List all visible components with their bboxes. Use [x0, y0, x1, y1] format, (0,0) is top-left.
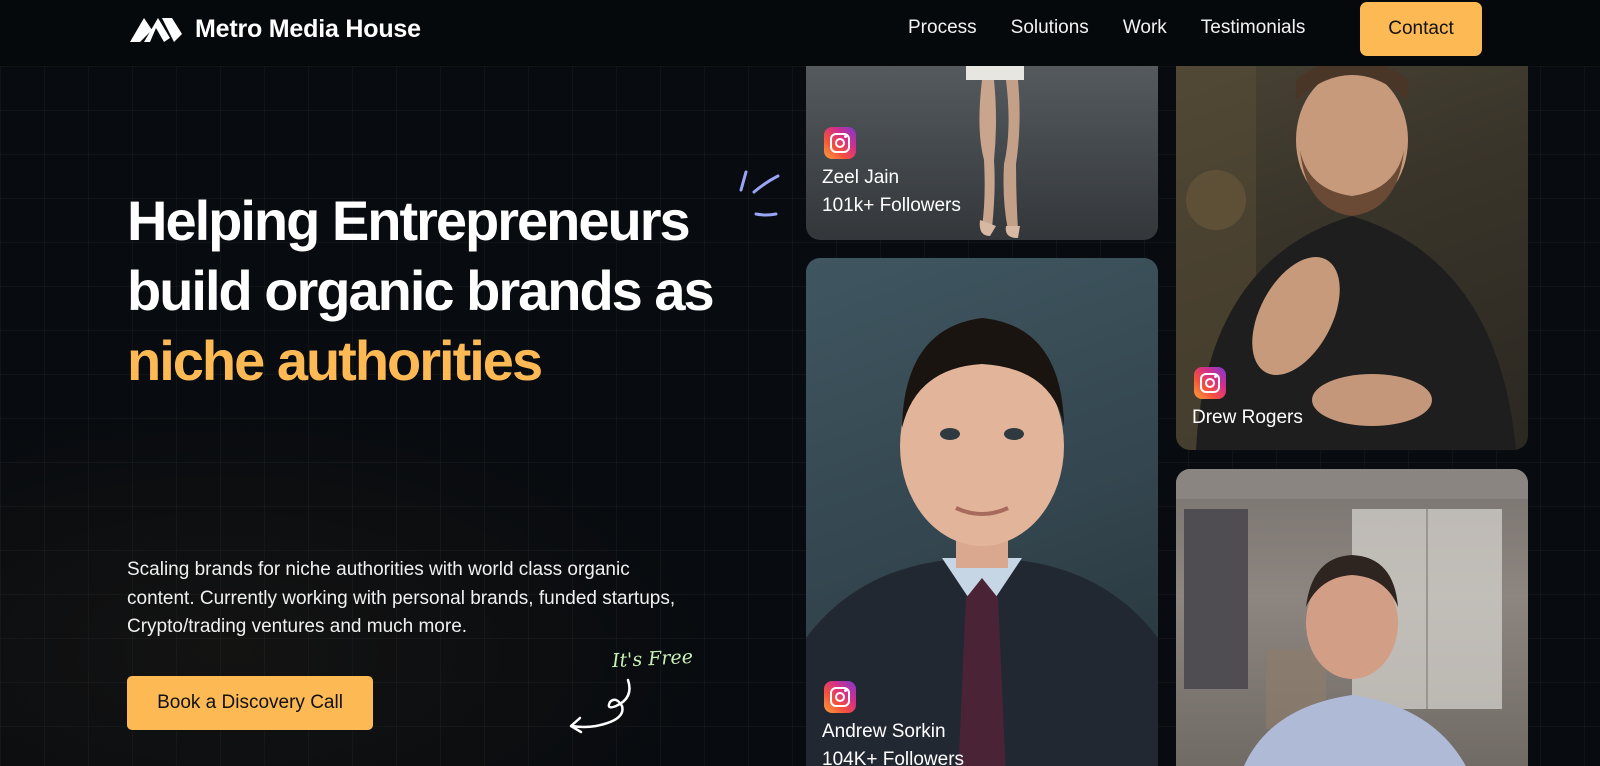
curved-arrow-icon: [569, 678, 631, 734]
headline-line-2: build organic brands as: [127, 259, 715, 322]
hero-headline: Helping Entrepreneurs build organic bran…: [127, 186, 767, 396]
instagram-icon: [1194, 367, 1226, 399]
book-discovery-call-button[interactable]: Book a Discovery Call: [127, 676, 373, 730]
drew-rogers-photo: [1176, 40, 1516, 450]
creator-followers: 101k+ Followers: [822, 195, 961, 216]
creator-photo: [1176, 469, 1528, 766]
creator-card-drew-rogers[interactable]: Drew Rogers: [1176, 40, 1528, 450]
creator-name: Drew Rogers: [1192, 407, 1303, 428]
nav-link-work[interactable]: Work: [1123, 17, 1167, 39]
brand-logo[interactable]: Metro Media House: [128, 12, 421, 46]
brand-name: Metro Media House: [195, 14, 421, 43]
creator-name: Zeel Jain: [822, 167, 900, 188]
instagram-icon: [824, 681, 856, 713]
hero-description: Scaling brands for niche authorities wit…: [127, 559, 676, 637]
nav-link-process[interactable]: Process: [908, 17, 977, 39]
creator-card-zeel-jain[interactable]: Zeel Jain 101k+ Followers: [806, 40, 1158, 240]
headline-accent: niche authorities: [127, 329, 543, 392]
creator-info: Andrew Sorkin 104K+ Followers: [822, 718, 964, 766]
creator-card-4[interactable]: [1176, 469, 1528, 766]
nav-link-testimonials[interactable]: Testimonials: [1201, 17, 1306, 39]
creator-info: Drew Rogers: [1192, 404, 1303, 432]
nav-link-solutions[interactable]: Solutions: [1011, 17, 1089, 39]
logo-mark-icon: [130, 18, 182, 42]
creator-followers: 104K+ Followers: [822, 749, 965, 766]
creator-card-andrew-sorkin[interactable]: Andrew Sorkin 104K+ Followers: [806, 258, 1158, 766]
instagram-icon: [824, 127, 856, 159]
andrew-sorkin-photo: [806, 318, 1158, 766]
contact-button[interactable]: Contact: [1360, 2, 1482, 56]
top-navigation: Metro Media House Process Solutions Work…: [0, 0, 1600, 66]
creator-info: Zeel Jain 101k+ Followers: [822, 164, 961, 220]
nav-links: Process Solutions Work Testimonials: [908, 0, 1339, 56]
sparkle-doodle-icon: [739, 170, 780, 217]
creator-name: Andrew Sorkin: [822, 721, 946, 742]
headline-line-1: Helping Entrepreneurs: [127, 189, 691, 252]
free-note: It's Free: [611, 645, 694, 673]
